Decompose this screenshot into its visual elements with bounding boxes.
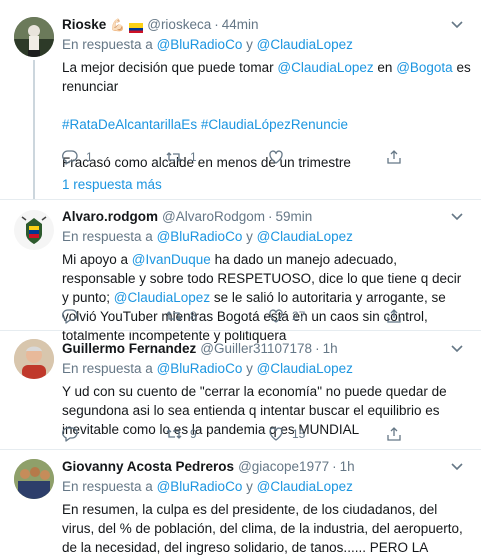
reply-button[interactable] — [62, 426, 86, 442]
reply-mention-1[interactable]: @BluRadioCo — [157, 479, 243, 494]
reply-mention-2[interactable]: @ClaudiaLopez — [257, 229, 353, 244]
reply-mention-2[interactable]: @ClaudiaLopez — [257, 479, 353, 494]
colombia-flag-icon — [129, 20, 144, 33]
like-count: 15 — [292, 427, 306, 441]
more-replies-link[interactable]: 1 respuesta más — [62, 177, 162, 192]
author-handle[interactable]: @Guiller31107178 — [200, 340, 312, 358]
like-button[interactable] — [268, 149, 292, 165]
author-handle[interactable]: @rioskeca — [147, 16, 211, 34]
separator-dot: · — [268, 209, 273, 224]
share-icon — [387, 309, 401, 323]
like-count: 27 — [292, 309, 306, 323]
separator-dot: · — [214, 17, 219, 32]
reply-icon — [62, 309, 78, 324]
reply-icon — [62, 427, 78, 442]
retweet-icon — [166, 429, 182, 439]
reply-prefix: En respuesta a — [62, 479, 153, 494]
emoji-flexed-biceps: 💪🏻 — [110, 18, 126, 32]
separator-dot: · — [332, 459, 337, 474]
share-button[interactable] — [386, 308, 402, 324]
like-button[interactable]: 15 — [268, 426, 305, 442]
reply-button[interactable] — [62, 308, 86, 324]
tweet-alvaro[interactable]: Alvaro.rodgom @AlvaroRodgom · 59min En r… — [0, 200, 481, 343]
heart-icon — [269, 427, 283, 441]
mention-link[interactable]: @IvanDuque — [132, 252, 211, 267]
reply-context: En respuesta a @BluRadioCo y @ClaudiaLop… — [62, 360, 471, 378]
text-span: La mejor decisión que puede tomar — [62, 60, 278, 75]
author-name[interactable]: Rioske — [62, 16, 106, 34]
retweet-icon — [166, 311, 182, 321]
reply-context: En respuesta a @BluRadioCo y @ClaudiaLop… — [62, 228, 471, 246]
avatar-image — [14, 210, 54, 250]
retweet-button[interactable]: 1 — [166, 149, 197, 165]
hashtag-link[interactable]: #RataDeAlcantarillaEs — [62, 117, 197, 132]
retweet-button[interactable]: 8 — [166, 308, 197, 324]
reply-prefix: En respuesta a — [62, 37, 153, 52]
chevron-down-icon[interactable] — [449, 340, 465, 356]
text-span: en — [373, 60, 397, 75]
retweet-count: 1 — [190, 150, 197, 164]
avatar[interactable] — [14, 459, 54, 499]
reply-count: 1 — [86, 150, 93, 164]
retweet-count: 9 — [190, 427, 197, 441]
mention-link[interactable]: @Bogota — [396, 60, 453, 75]
retweet-button[interactable]: 9 — [166, 426, 197, 442]
reply-and: y — [246, 361, 253, 376]
timestamp[interactable]: 1h — [340, 458, 355, 476]
heart-icon — [269, 309, 283, 323]
timestamp[interactable]: 1h — [323, 340, 338, 358]
author-name[interactable]: Alvaro.rodgom — [62, 208, 158, 226]
share-button[interactable] — [386, 426, 402, 442]
mention-link[interactable]: @ClaudiaLopez — [277, 60, 373, 75]
author-handle[interactable]: @giacope1977 — [238, 458, 329, 476]
text-span: En resumen, la culpa es del presidente, … — [62, 502, 463, 555]
author-handle[interactable]: @AlvaroRodgom — [162, 208, 265, 226]
avatar-image — [14, 17, 54, 57]
timestamp[interactable]: 44min — [222, 16, 259, 34]
heart-icon — [269, 150, 283, 164]
reply-mention-2[interactable]: @ClaudiaLopez — [257, 361, 353, 376]
thread-line — [33, 60, 35, 200]
hashtag-link[interactable]: #ClaudiaLópezRenuncie — [201, 117, 348, 132]
share-icon — [387, 427, 401, 441]
reply-context: En respuesta a @BluRadioCo y @ClaudiaLop… — [62, 478, 471, 496]
tweet-text: En resumen, la culpa es del presidente, … — [62, 500, 471, 559]
reply-prefix: En respuesta a — [62, 361, 153, 376]
author-name[interactable]: Guillermo Fernandez — [62, 340, 196, 358]
reply-icon — [62, 150, 78, 165]
reply-context: En respuesta a @BluRadioCo y @ClaudiaLop… — [62, 36, 471, 54]
mention-link[interactable]: @ClaudiaLopez — [114, 290, 210, 305]
reply-prefix: En respuesta a — [62, 229, 153, 244]
tweet-guillermo[interactable]: Guillermo Fernandez @Guiller31107178 · 1… — [0, 331, 481, 449]
share-button[interactable] — [386, 149, 402, 165]
chevron-down-icon[interactable] — [449, 16, 465, 32]
reply-button[interactable]: 1 — [62, 149, 93, 165]
chevron-down-icon[interactable] — [449, 458, 465, 474]
avatar-image — [14, 339, 54, 379]
reply-mention-1[interactable]: @BluRadioCo — [157, 361, 243, 376]
reply-and: y — [246, 479, 253, 494]
like-button[interactable]: 27 — [268, 308, 305, 324]
separator-dot: · — [315, 341, 320, 356]
author-name[interactable]: Giovanny Acosta Pedreros — [62, 458, 234, 476]
retweet-icon — [166, 152, 182, 162]
reply-mention-2[interactable]: @ClaudiaLopez — [257, 37, 353, 52]
retweet-count: 8 — [190, 309, 197, 323]
reply-mention-1[interactable]: @BluRadioCo — [157, 229, 243, 244]
share-icon — [387, 150, 401, 164]
reply-and: y — [246, 229, 253, 244]
text-span: Mi apoyo a — [62, 252, 132, 267]
tweet-giovanny[interactable]: Giovanny Acosta Pedreros @giacope1977 · … — [0, 450, 481, 559]
reply-mention-1[interactable]: @BluRadioCo — [157, 37, 243, 52]
avatar-image — [14, 459, 54, 499]
avatar[interactable] — [14, 210, 54, 250]
avatar[interactable] — [14, 17, 54, 57]
avatar[interactable] — [14, 339, 54, 379]
reply-and: y — [246, 37, 253, 52]
tweet-rioske[interactable]: Rioske 💪🏻 @rioskeca · 44min En respuesta… — [0, 0, 481, 200]
chevron-down-icon[interactable] — [449, 208, 465, 224]
timestamp[interactable]: 59min — [276, 208, 313, 226]
